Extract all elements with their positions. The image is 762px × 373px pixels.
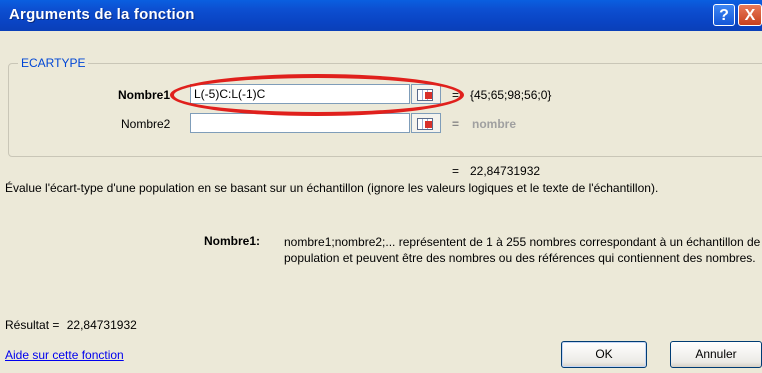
function-name-label: ECARTYPE [18,56,89,70]
argument-label-nombre2: Nombre2 [121,117,171,131]
argument-help-name: Nombre1: [204,234,261,248]
formula-result-value: 22,84731932 [470,164,541,178]
title-bar: Arguments de la fonction ? X [0,0,762,31]
window-title: Arguments de la fonction [9,6,195,23]
highlight-oval [170,74,464,116]
cancel-button[interactable]: Annuler [670,341,762,368]
result-label: Résultat = [5,318,60,332]
result-value: 22,84731932 [66,318,137,332]
nombre2-input[interactable] [190,113,410,133]
argument-equals: = [452,117,460,131]
result-line: Résultat = 22,84731932 [5,318,137,332]
nombre1-evaluated-value: {45;65;98;56;0} [470,88,552,102]
ok-button[interactable]: OK [561,341,647,368]
collapse-dialog-button-nombre2[interactable] [411,113,441,133]
range-select-arrow-icon [425,121,432,128]
help-link[interactable]: Aide sur cette fonction [5,348,124,362]
argument-help-text: nombre1;nombre2;... représentent de 1 à … [284,235,761,265]
close-button[interactable]: X [738,4,762,26]
function-description: Évalue l'écart-type d'une population en … [5,181,659,195]
formula-result-equals: = [452,164,460,178]
help-button[interactable]: ? [713,4,735,26]
nombre2-evaluated-value: nombre [472,117,517,131]
argument-label-nombre1: Nombre1 [118,88,171,102]
